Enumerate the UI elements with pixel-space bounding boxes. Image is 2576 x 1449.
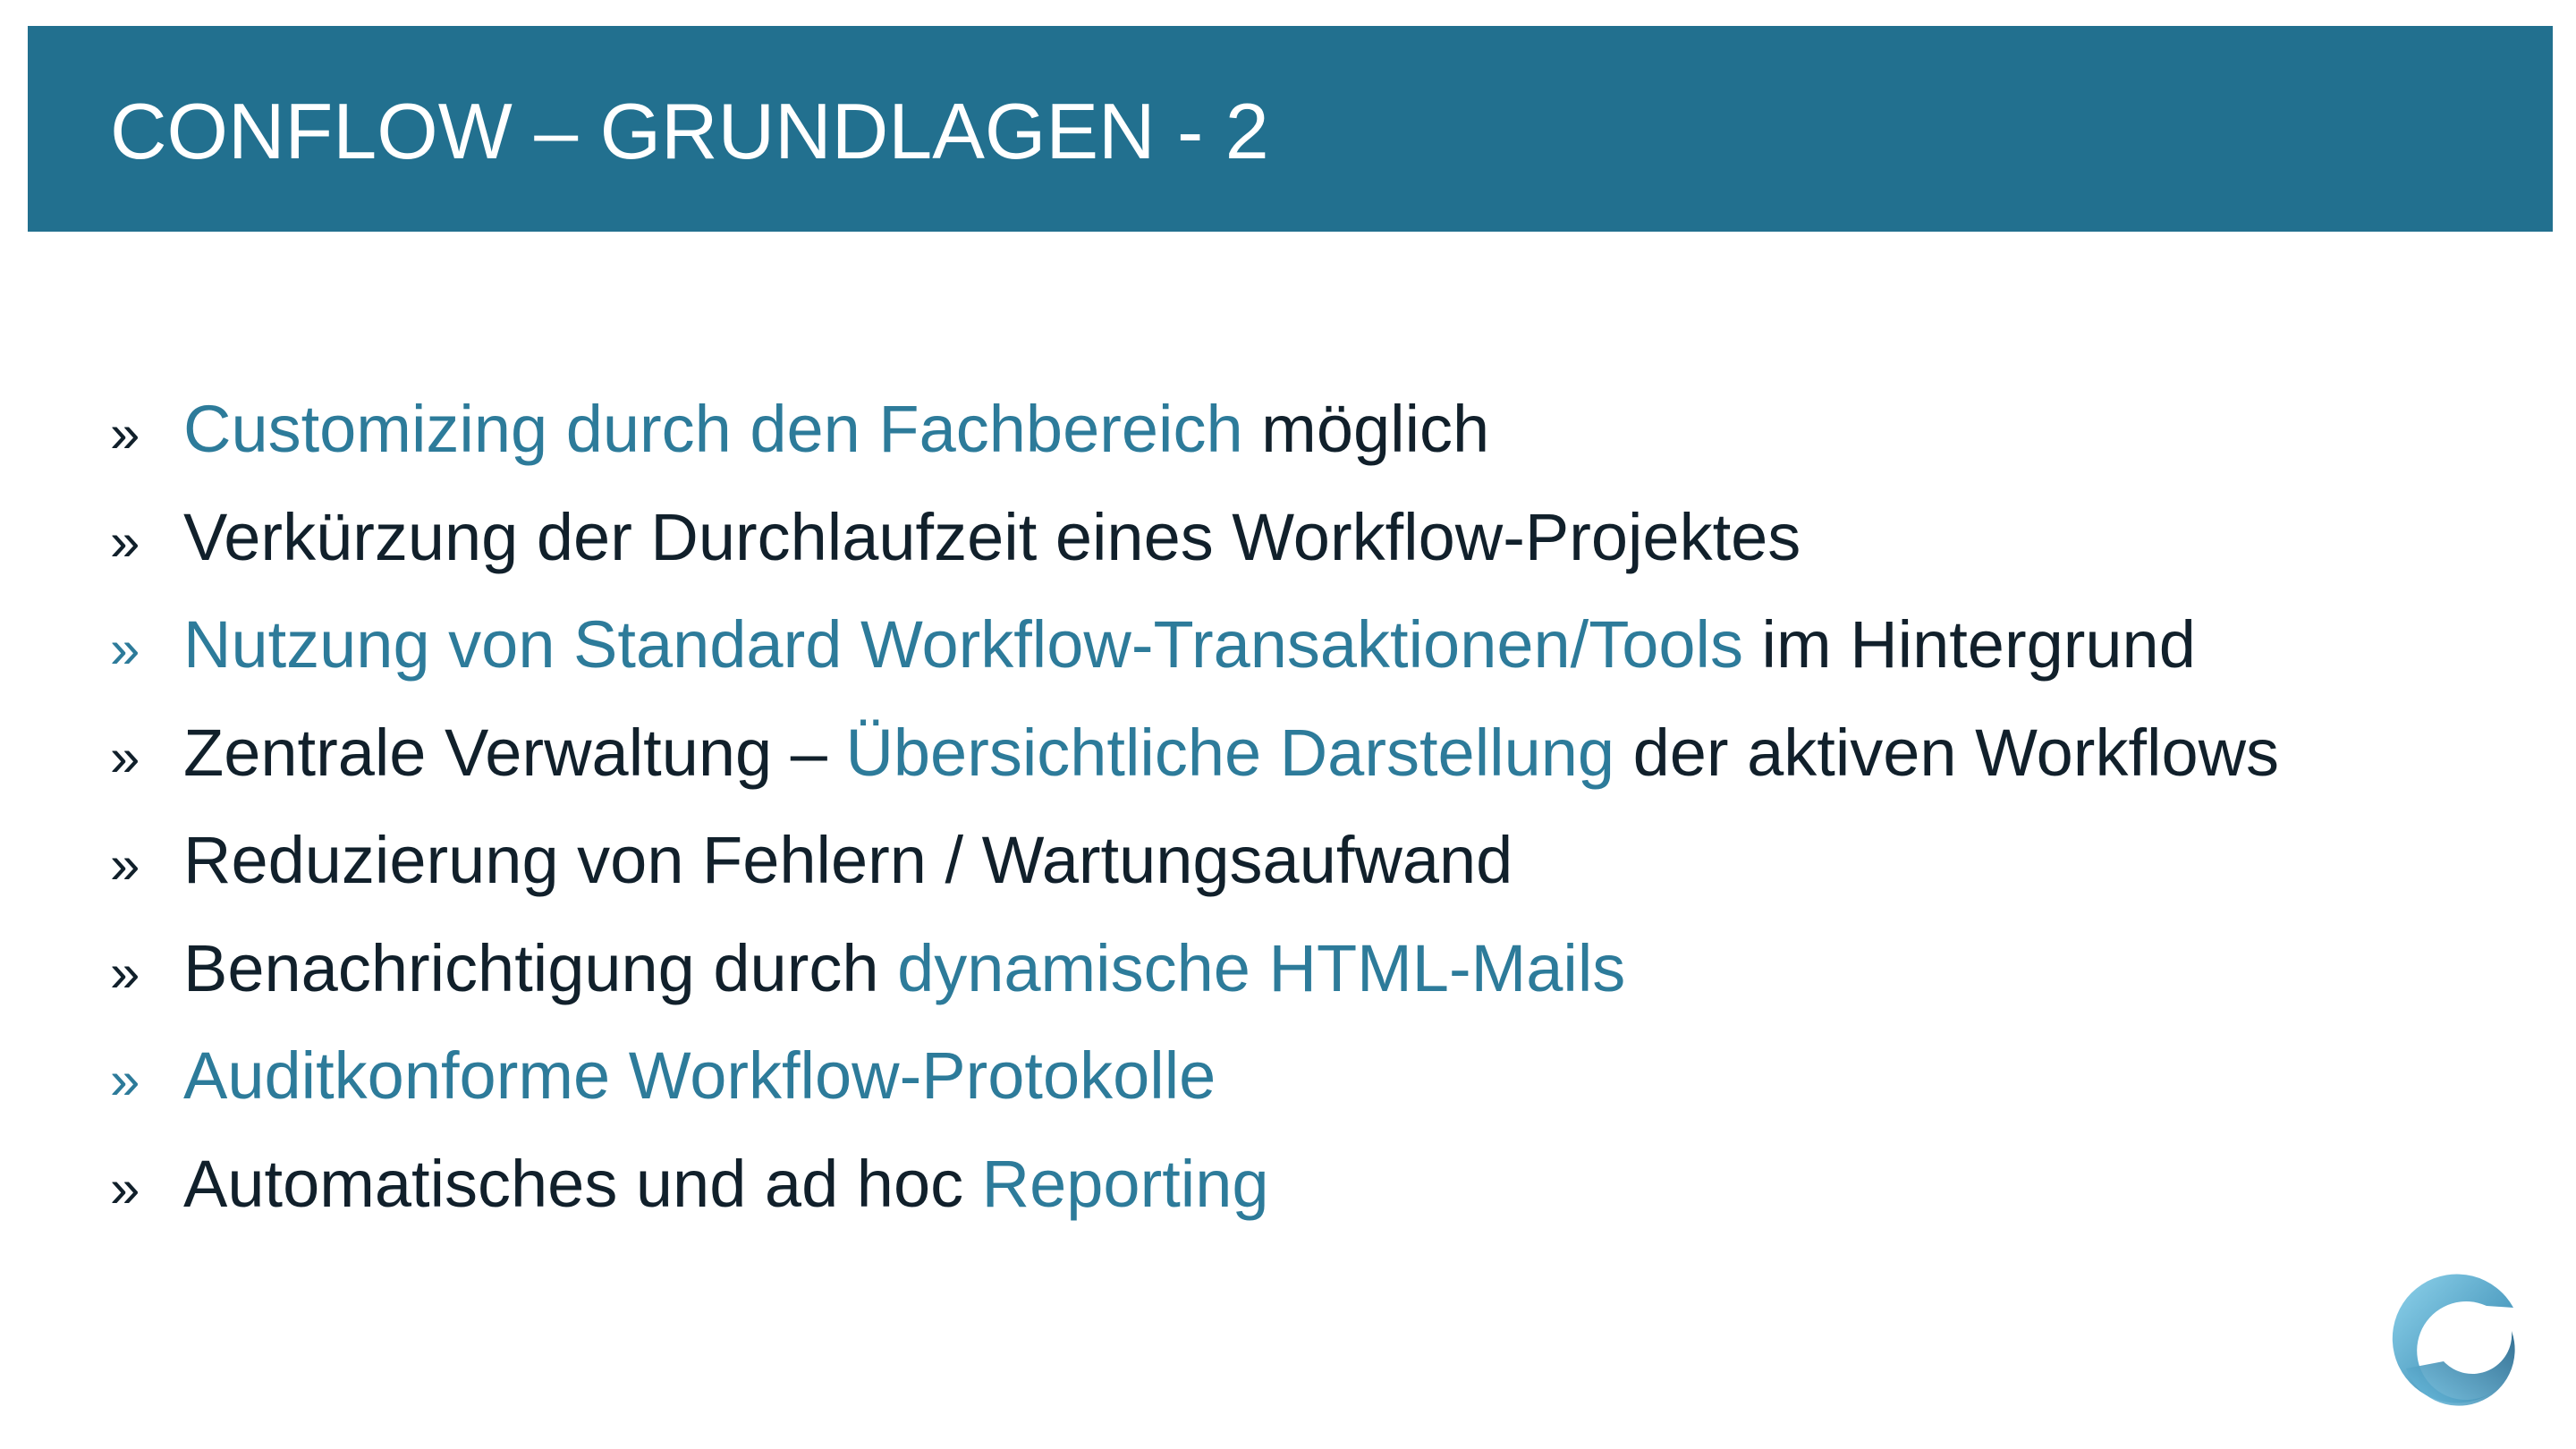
bullet-segment: dynamische HTML-Mails	[897, 930, 1626, 1005]
bullet-text: Benachrichtigung durch dynamische HTML-M…	[183, 915, 1625, 1022]
bullet-segment: Reporting	[981, 1146, 1269, 1221]
bullet-marker: »	[110, 835, 140, 894]
bullet-segment: Reduzierung von Fehlern / Wartungsaufwan…	[183, 823, 1513, 897]
bullet-marker: »	[110, 726, 140, 787]
bullet-item: » Automatisches und ad hoc Reporting	[110, 1131, 2525, 1239]
bullet-segment: der aktiven Workflows	[1614, 715, 2280, 790]
bullet-marker: »	[110, 1157, 140, 1218]
bullet-segment: Automatisches und ad hoc	[183, 1146, 982, 1221]
bullet-marker: »	[110, 511, 140, 572]
bullet-text: Automatisches und ad hoc Reporting	[183, 1131, 1269, 1238]
bullet-marker: »	[110, 403, 140, 463]
bullet-marker: »	[110, 619, 140, 679]
bullet-item: » Nutzung von Standard Workflow-Transakti…	[110, 591, 2525, 699]
bullet-marker: »	[110, 942, 140, 1003]
bullet-item: » Auditkonforme Workflow-Protokolle	[110, 1022, 2525, 1131]
bullet-segment: Verkürzung der Durchlaufzeit eines Workf…	[183, 499, 1801, 574]
bullet-text: Zentrale Verwaltung – Übersichtliche Dar…	[183, 699, 2279, 807]
bullet-item: » Zentrale Verwaltung – Übersichtliche Da…	[110, 699, 2525, 808]
bullet-item: » Reduzierung von Fehlern / Wartungsaufwa…	[110, 807, 2525, 915]
bullet-item: » Verkürzung der Durchlaufzeit eines Work…	[110, 484, 2525, 592]
title-bar: CONFLOW – GRUNDLAGEN - 2	[28, 26, 2553, 232]
swirl-logo-icon	[2392, 1274, 2515, 1406]
bullet-segment: möglich	[1242, 392, 1490, 466]
bullet-text: Verkürzung der Durchlaufzeit eines Workf…	[183, 484, 1801, 591]
bullet-segment: Benachrichtigung durch	[183, 930, 898, 1005]
bullet-text: Nutzung von Standard Workflow-Transaktio…	[183, 591, 2196, 699]
bullet-segment: Nutzung von Standard Workflow-Transaktio…	[183, 607, 1743, 682]
bullet-segment: Zentrale Verwaltung –	[183, 715, 846, 790]
bullet-text: Customizing durch den Fachbereich möglic…	[183, 376, 1489, 483]
bullet-item: » Benachrichtigung durch dynamische HTML-…	[110, 915, 2525, 1023]
bullet-marker: »	[110, 1050, 140, 1110]
bullet-segment: Customizing durch den Fachbereich	[183, 392, 1243, 466]
bullet-item: » Customizing durch den Fachbereich mögli…	[110, 376, 2525, 484]
bullet-segment: Auditkonforme Workflow-Protokolle	[183, 1038, 1216, 1113]
bullet-text: Reduzierung von Fehlern / Wartungsaufwan…	[183, 807, 1513, 914]
bullet-list: » Customizing durch den Fachbereich mögli…	[110, 376, 2525, 1238]
slide-title: CONFLOW – GRUNDLAGEN - 2	[110, 87, 1269, 175]
bullet-segment: Übersichtliche Darstellung	[845, 715, 1615, 790]
bullet-text: Auditkonforme Workflow-Protokolle	[183, 1022, 1216, 1130]
slide: CONFLOW – GRUNDLAGEN - 2 » Customizing du…	[0, 0, 2576, 1449]
bullet-segment: im Hintergrund	[1743, 607, 2196, 682]
